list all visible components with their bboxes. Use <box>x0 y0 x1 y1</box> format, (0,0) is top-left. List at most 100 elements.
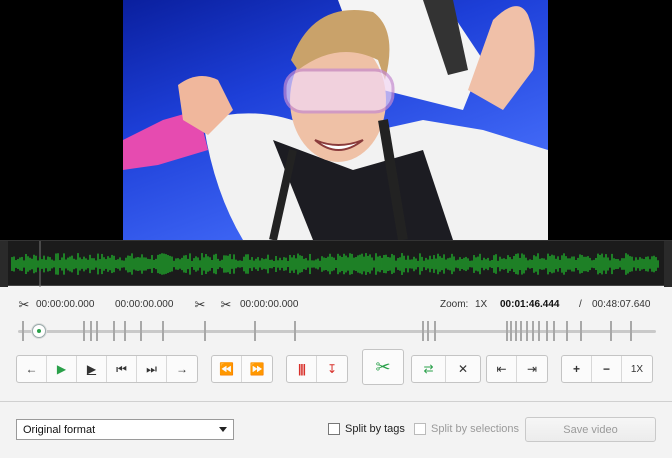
marker-controls: ||| ↧ <box>286 355 348 383</box>
plus-icon: + <box>572 362 580 376</box>
output-format-select[interactable]: Original format <box>16 419 234 440</box>
select-range-icon: ⇄ <box>423 362 434 376</box>
timeline-marker <box>538 321 540 341</box>
timeline-marker <box>532 321 534 341</box>
zoom-in-button[interactable]: + <box>562 356 592 382</box>
split-button[interactable]: ✂ <box>363 350 403 384</box>
timeline-marker <box>140 321 142 341</box>
timeline-marker <box>294 321 296 341</box>
arrow-left-icon: ← <box>25 362 38 376</box>
timeline-marker <box>520 321 522 341</box>
zoom-reset-button[interactable]: 1X <box>622 356 652 382</box>
cut-start-time: 00:00:00.000 <box>240 299 299 310</box>
select-range-button[interactable]: ⇄ <box>412 356 446 382</box>
timeline-marker <box>526 321 528 341</box>
playhead-handle[interactable] <box>32 324 46 338</box>
delete-selection-icon: ✕ <box>457 362 469 376</box>
zoom-out-button[interactable]: − <box>592 356 622 382</box>
checkbox-box[interactable] <box>328 423 340 435</box>
timeline-marker <box>83 321 85 341</box>
save-video-button[interactable]: Save video <box>525 417 656 442</box>
timeline-marker <box>90 321 92 341</box>
split-by-selections-checkbox[interactable]: Split by selections <box>414 423 519 435</box>
play-selection-button[interactable]: ▶ <box>77 356 107 382</box>
timeline-marker <box>162 321 164 341</box>
add-marker-button[interactable]: ||| <box>287 356 317 382</box>
selection-controls: ⇄ ✕ <box>411 355 481 383</box>
jump-start-icon: ⇤ <box>496 362 507 376</box>
output-format-value: Original format <box>23 424 96 436</box>
timeline-marker <box>546 321 548 341</box>
cut-scissors-icon[interactable]: ✂ <box>218 297 234 313</box>
play-button[interactable]: ▶ <box>47 356 77 382</box>
timeline-marker <box>580 321 582 341</box>
delete-selection-button[interactable]: ✕ <box>446 356 480 382</box>
zoom-reset-label: 1X <box>630 363 644 375</box>
timeline-marker <box>427 321 429 341</box>
timeline-marker <box>96 321 98 341</box>
timeline-marker <box>515 321 517 341</box>
timeline-marker <box>113 321 115 341</box>
chevron-down-icon <box>219 427 227 432</box>
go-to-start-button[interactable]: ⏮ <box>107 356 137 382</box>
zoom-controls: + − 1X <box>561 355 653 383</box>
previous-frame-button[interactable]: ← <box>17 356 47 382</box>
split-by-selections-label: Split by selections <box>431 423 520 435</box>
timeline-marker <box>124 321 126 341</box>
time-separator: / <box>579 299 582 310</box>
arrow-down-icon: ↧ <box>326 362 338 376</box>
seek-controls: ⏪ ⏩ <box>211 355 273 383</box>
selection-end-time: 00:00:00.000 <box>115 299 174 310</box>
rewind-button[interactable]: ⏪ <box>212 356 242 382</box>
video-frame <box>123 0 548 240</box>
video-splitter-window: ✂ 00:00:00.000 00:00:00.000 ✂ ✂ 00:00:00… <box>0 0 672 458</box>
jump-end-icon: ⇥ <box>526 362 538 376</box>
playback-controls: ← ▶ ▶ ⏮ ⏭ → <box>16 355 198 383</box>
markers-icon: ||| <box>297 362 306 376</box>
timeline-marker <box>434 321 436 341</box>
timeline-marker <box>553 321 555 341</box>
marker-down-button[interactable]: ↧ <box>317 356 347 382</box>
timeline-marker <box>422 321 424 341</box>
selection-start-time: 00:00:00.000 <box>36 299 95 310</box>
fast-forward-button[interactable]: ⏩ <box>242 356 272 382</box>
zoom-label: Zoom: <box>440 299 469 310</box>
minus-icon: − <box>602 362 610 376</box>
checkbox-box[interactable] <box>414 423 426 435</box>
audio-waveform[interactable] <box>0 240 672 287</box>
jump-end-button[interactable]: ⇥ <box>517 356 547 382</box>
bottom-divider <box>0 401 672 402</box>
selection-end-scissors-icon[interactable]: ✂ <box>192 297 208 313</box>
jump-controls: ⇤ ⇥ <box>486 355 548 383</box>
timeline-marker <box>566 321 568 341</box>
timeline-marker <box>510 321 512 341</box>
split-scissors-icon: ✂ <box>375 356 391 377</box>
arrow-right-icon: → <box>176 362 188 376</box>
timeline-marker <box>254 321 256 341</box>
timeline-marker <box>204 321 206 341</box>
waveform-signal <box>11 253 659 275</box>
video-preview <box>0 0 672 240</box>
timeline-marker <box>22 321 24 341</box>
play-selection-icon: ▶ <box>86 362 97 376</box>
fast-forward-icon: ⏩ <box>249 362 265 376</box>
split-control: ✂ <box>362 349 404 385</box>
timeline-marker <box>506 321 508 341</box>
selection-start-scissors-icon[interactable]: ✂ <box>16 297 32 313</box>
total-duration: 00:48:07.640 <box>592 299 651 310</box>
skip-forward-icon: ⏭ <box>146 361 157 376</box>
go-to-end-button[interactable]: ⏭ <box>137 356 167 382</box>
split-by-tags-checkbox[interactable]: Split by tags <box>328 423 405 435</box>
split-by-tags-label: Split by tags <box>345 423 405 435</box>
timeline-marker <box>630 321 632 341</box>
jump-start-button[interactable]: ⇤ <box>487 356 517 382</box>
zoom-value: 1X <box>475 299 488 310</box>
play-icon: ▶ <box>56 362 67 376</box>
timeline-slider[interactable] <box>18 318 656 344</box>
time-info-row: ✂ 00:00:00.000 00:00:00.000 ✂ ✂ 00:00:00… <box>0 294 672 314</box>
skip-back-icon: ⏮ <box>116 361 127 376</box>
next-frame-button[interactable]: → <box>167 356 197 382</box>
timeline-marker <box>610 321 612 341</box>
rewind-icon: ⏪ <box>219 362 234 376</box>
current-time: 00:01:46.444 <box>500 299 560 310</box>
